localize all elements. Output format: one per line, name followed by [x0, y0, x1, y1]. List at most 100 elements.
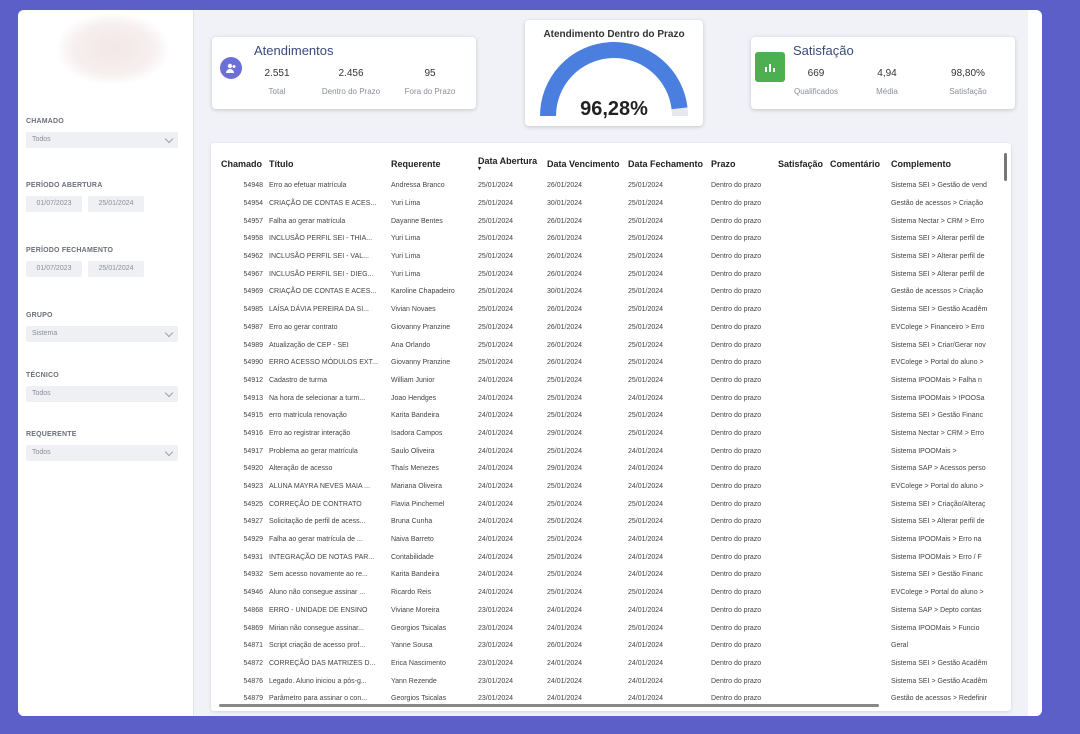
column-header[interactable]: Prazo	[709, 151, 776, 177]
table-row[interactable]: 54932 Sem acesso novamente ao re... Karita…	[219, 566, 999, 584]
table-row[interactable]: 54872 CORREÇÃO DAS MATRIZES D... Erica Nas…	[219, 655, 999, 673]
table-cell: 54989	[243, 341, 263, 349]
table-row[interactable]: 54912 Cadastro de turma William Junior 24/0…	[219, 372, 999, 390]
table-row[interactable]: 54920 Alteração de acesso Thaís Menezes 24/…	[219, 460, 999, 478]
table-cell: 54917	[243, 447, 263, 455]
table-cell: 26/01/2024	[547, 323, 583, 331]
table-cell	[776, 354, 828, 372]
filter-requerente-label: REQUERENTE	[26, 431, 77, 438]
table-cell: 25/01/2024	[478, 182, 514, 190]
fechamento-from-input[interactable]: 01/07/2023	[26, 261, 82, 277]
table-row[interactable]: 54929 Falha ao gerar matrícula de ... Naiv…	[219, 531, 999, 549]
column-header[interactable]: Título	[267, 151, 389, 177]
table-cell: Sistema IPOOMais > Erro na	[891, 536, 982, 544]
table-cell: Erro ao registrar interação	[269, 429, 351, 437]
table-row[interactable]: 54927 Solicitação de perfil de acess... Br…	[219, 513, 999, 531]
table-cell: 24/01/2024	[478, 571, 514, 579]
table-cell: Andressa Branco	[391, 182, 445, 190]
table-cell: 24/01/2024	[628, 465, 664, 473]
table-cell: Dentro do prazo	[711, 394, 762, 402]
table-row[interactable]: 54989 Atualização de CEP - SEI Ana Orlando…	[219, 336, 999, 354]
table-row[interactable]: 54962 INCLUSÃO PERFIL SEI - VAL... Yuri Li…	[219, 248, 999, 266]
filter-chamado-label: CHAMADO	[26, 118, 64, 125]
table-cell: 24/01/2024	[478, 483, 514, 491]
fechamento-to-input[interactable]: 25/01/2024	[88, 261, 144, 277]
table-cell	[776, 265, 828, 283]
table-cell	[776, 531, 828, 549]
column-header[interactable]: Data Fechamento	[626, 151, 709, 177]
table-cell: Karoline Chapadeiro	[391, 288, 455, 296]
table-cell: Karita Bandeira	[391, 412, 440, 420]
table-cell: 54876	[243, 677, 263, 685]
table-row[interactable]: 54876 Legado. Aluno iniciou a pós-g... Yan…	[219, 672, 999, 690]
table-row[interactable]: 54925 CORREÇÃO DE CONTRATO Flavia Pincheme…	[219, 495, 999, 513]
table-cell: INTEGRAÇÃO DE NOTAS PAR...	[269, 553, 375, 561]
table-cell	[828, 195, 889, 213]
table-cell: 23/01/2024	[478, 677, 514, 685]
sort-desc-icon[interactable]: ▾	[478, 166, 543, 172]
abertura-from-input[interactable]: 01/07/2023	[26, 196, 82, 212]
table-row[interactable]: 54913 Na hora de selecionar a turm... Joao…	[219, 389, 999, 407]
table-row[interactable]: 54967 INCLUSÃO PERFIL SEI - DIEG... Yuri L…	[219, 265, 999, 283]
table-cell: 54990	[243, 359, 263, 367]
table-row[interactable]: 54871 Script criação de acesso prof... Yan…	[219, 637, 999, 655]
table-cell: 25/01/2024	[547, 394, 583, 402]
table-row[interactable]: 54958 INCLUSÃO PERFIL SEI - THIA... Yuri L…	[219, 230, 999, 248]
tecnico-select[interactable]: Todos	[26, 386, 178, 402]
table-cell: CRIAÇÃO DE CONTAS E ACES...	[269, 288, 377, 296]
table-cell	[828, 655, 889, 673]
table-row[interactable]: 54954 CRIAÇÃO DE CONTAS E ACES... Yuri Lim…	[219, 195, 999, 213]
column-header[interactable]: Chamado	[219, 151, 267, 177]
requerente-select[interactable]: Todos	[26, 445, 178, 461]
table-cell: Solicitação de perfil de acess...	[269, 518, 366, 526]
abertura-to-input[interactable]: 25/01/2024	[88, 196, 144, 212]
column-header[interactable]: Requerente	[389, 151, 476, 177]
table-row[interactable]: 54868 ERRO - UNIDADE DE ENSINO Viviane Mor…	[219, 602, 999, 620]
horizontal-scrollbar[interactable]	[219, 704, 879, 707]
table-cell	[828, 531, 889, 549]
stat-fora-label: Fora do Prazo	[404, 87, 456, 96]
table-cell: erro matrícula renovação	[269, 412, 347, 420]
table-row[interactable]: 54916 Erro ao registrar interação Isadora …	[219, 425, 999, 443]
satisfacao-card: Satisfação 669 Qualificados 4,94 Média 9…	[751, 37, 1015, 109]
table-cell: 25/01/2024	[628, 235, 664, 243]
table-cell	[776, 372, 828, 390]
table-row[interactable]: 54948 Erro ao efetuar matrícula Andressa B…	[219, 177, 999, 195]
table-cell: Dentro do prazo	[711, 447, 762, 455]
table-row[interactable]: 54987 Erro ao gerar contrato Giovanny Pran…	[219, 319, 999, 337]
column-header[interactable]: Complemento	[889, 151, 999, 177]
chevron-down-icon	[164, 388, 174, 398]
chamado-select[interactable]: Todos	[26, 132, 178, 148]
table-cell: 30/01/2024	[547, 288, 583, 296]
table-row[interactable]: 54946 Aluno não consegue assinar ... Ricar…	[219, 584, 999, 602]
column-header[interactable]: Data Abertura ▾	[476, 151, 545, 177]
grupo-select[interactable]: Sistema	[26, 326, 178, 342]
table-cell: 26/01/2024	[547, 306, 583, 314]
column-header[interactable]: Data Vencimento	[545, 151, 626, 177]
tickets-table-panel: Chamado Título Requerente Data Abertura ▾ Dat…	[211, 143, 1011, 711]
column-header[interactable]: Comentário	[828, 151, 889, 177]
stat-dentro-value: 2.456	[338, 68, 364, 79]
table-row[interactable]: 54957 Falha ao gerar matrícula Dayanne Ben…	[219, 212, 999, 230]
column-header[interactable]: Satisfação	[776, 151, 828, 177]
table-cell: Sistema Nectar > CRM > Erro	[891, 429, 984, 437]
table-row[interactable]: 54869 Mirian não consegue assinar... Georg…	[219, 619, 999, 637]
table-cell: 25/01/2024	[547, 553, 583, 561]
table-cell: 24/01/2024	[478, 412, 514, 420]
table-row[interactable]: 54917 Problema ao gerar matrícula Saulo Ol…	[219, 442, 999, 460]
table-cell: 25/01/2024	[628, 359, 664, 367]
filter-grupo-label: GRUPO	[26, 312, 53, 319]
table-cell: Contabilidade	[391, 553, 434, 561]
vertical-scrollbar[interactable]	[1004, 153, 1007, 181]
table-cell	[776, 230, 828, 248]
table-cell: Sistema IPOOMais > Falha n	[891, 376, 982, 384]
stat-total: 2.551 Total	[242, 68, 312, 96]
table-row[interactable]: 54969 CRIAÇÃO DE CONTAS E ACES... Karoline…	[219, 283, 999, 301]
table-row[interactable]: 54931 INTEGRAÇÃO DE NOTAS PAR... Contabili…	[219, 548, 999, 566]
table-cell	[776, 584, 828, 602]
table-row[interactable]: 54915 erro matrícula renovação Karita Band…	[219, 407, 999, 425]
table-row[interactable]: 54923 ALUNA MAYRA NEVES MAIA ... Mariana O…	[219, 478, 999, 496]
table-cell: Dentro do prazo	[711, 642, 762, 650]
table-row[interactable]: 54990 ERRO ACESSO MÓDULOS EXT... Giovanny …	[219, 354, 999, 372]
table-row[interactable]: 54985 LAÍSA DÁVIA PEREIRA DA SI... Vivian …	[219, 301, 999, 319]
